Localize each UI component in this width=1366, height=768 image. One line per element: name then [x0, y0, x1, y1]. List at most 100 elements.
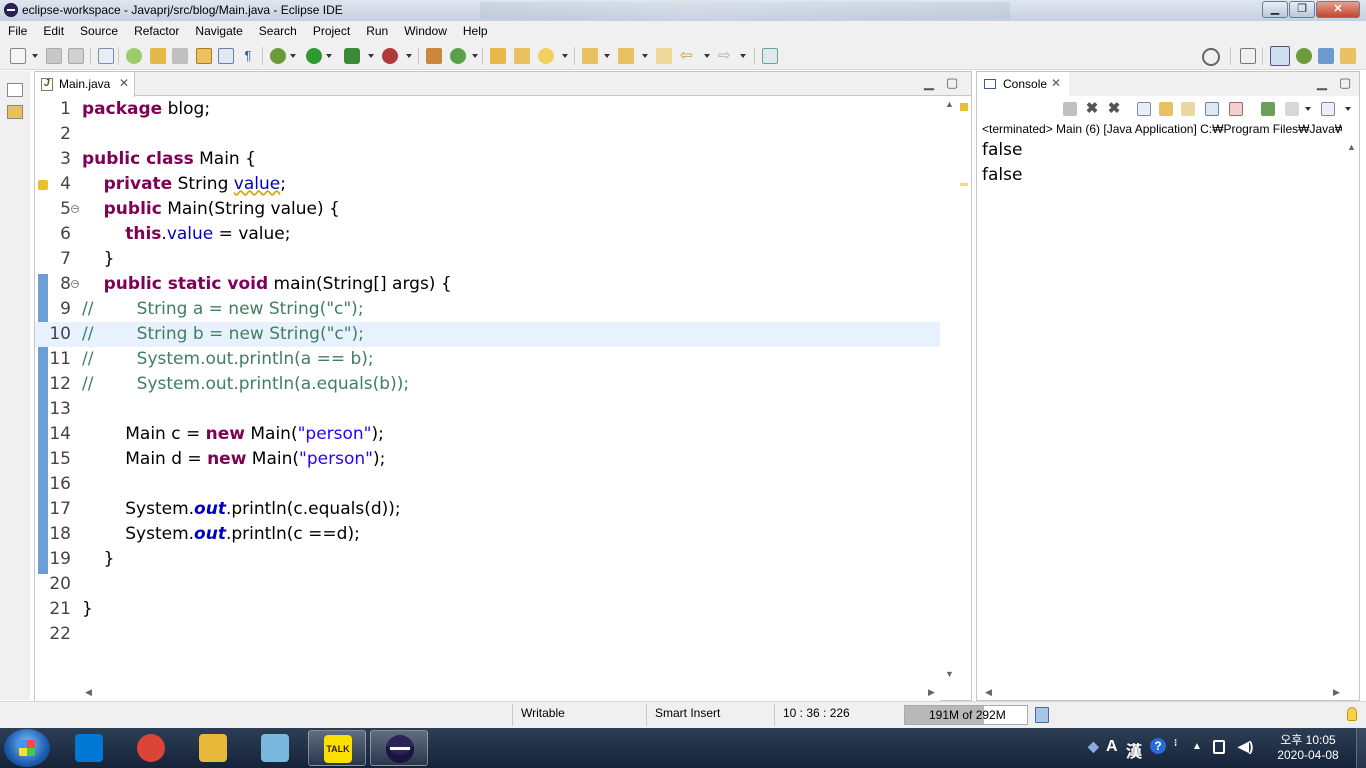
new-class-dropdown-icon[interactable]: [472, 54, 478, 58]
remove-launch-icon[interactable]: ✖: [1085, 101, 1099, 116]
heap-status[interactable]: 191M of 292M: [904, 705, 1028, 725]
code-line[interactable]: 3 public class Main {: [35, 147, 940, 172]
last-edit-location-icon[interactable]: [656, 48, 672, 64]
search-icon[interactable]: [1202, 48, 1220, 66]
close-icon[interactable]: ✕: [119, 76, 129, 90]
new-class-icon[interactable]: [450, 48, 466, 64]
menu-edit[interactable]: Edit: [35, 21, 72, 42]
show-hidden-icons-icon[interactable]: ▲: [1192, 741, 1202, 752]
skip-breakpoints-icon[interactable]: [98, 48, 114, 64]
clear-console-icon[interactable]: [1137, 102, 1151, 116]
code-line[interactable]: 12 // System.out.println(a.equals(b));: [35, 372, 940, 397]
taskbar-eclipse[interactable]: [370, 730, 428, 766]
scroll-up-icon[interactable]: ▲: [945, 99, 954, 109]
taskbar-chrome[interactable]: [122, 730, 180, 766]
show-on-output-icon[interactable]: [1205, 102, 1219, 116]
code-line[interactable]: 9 // String a = new String("c");: [35, 297, 940, 322]
open-perspective-icon[interactable]: [1240, 48, 1256, 64]
fold-toggle-icon[interactable]: −: [71, 280, 79, 288]
network-icon[interactable]: [1213, 740, 1225, 754]
language-bar-icon[interactable]: ◆: [1088, 738, 1099, 755]
ime-mode-icon[interactable]: A: [1106, 738, 1118, 756]
scroll-right-icon[interactable]: ▶: [1333, 687, 1340, 698]
remove-all-terminated-icon[interactable]: ✖: [1107, 101, 1121, 116]
code-line[interactable]: 14 Main c = new Main("person");: [35, 422, 940, 447]
menu-source[interactable]: Source: [72, 21, 126, 42]
show-desktop-button[interactable]: [1356, 728, 1366, 768]
code-line[interactable]: 16: [35, 472, 940, 497]
console-vertical-scrollbar[interactable]: ▲: [1343, 142, 1359, 682]
pencil-icon[interactable]: [150, 48, 166, 64]
debug-icon[interactable]: [270, 48, 286, 64]
next-annotation-icon[interactable]: [582, 48, 598, 64]
save-all-icon[interactable]: [68, 48, 84, 64]
minimize-view-icon[interactable]: ▁: [1317, 75, 1327, 91]
new-dropdown-icon[interactable]: [32, 54, 38, 58]
terminate-icon[interactable]: [1063, 102, 1077, 116]
code-line[interactable]: 21}: [35, 597, 940, 622]
fold-toggle-icon[interactable]: −: [71, 205, 79, 213]
restore-view-icon[interactable]: [7, 83, 23, 97]
code-line[interactable]: 18 System.out.println(c ==d);: [35, 522, 940, 547]
menu-navigate[interactable]: Navigate: [187, 21, 250, 42]
code-line[interactable]: 6 this.value = value;: [35, 222, 940, 247]
minimize-view-icon[interactable]: ▁: [924, 75, 934, 91]
console-horizontal-scrollbar[interactable]: ◀ ▶: [977, 685, 1343, 701]
eclipse-app-icon[interactable]: [4, 3, 18, 17]
coverage-icon[interactable]: [344, 48, 360, 64]
brush-icon[interactable]: [172, 48, 188, 64]
code-line[interactable]: 20: [35, 572, 940, 597]
show-on-error-icon[interactable]: [1229, 102, 1243, 116]
display-console-dropdown-icon[interactable]: [1305, 107, 1311, 111]
menu-run[interactable]: Run: [358, 21, 396, 42]
overview-occurrence-marker[interactable]: [960, 183, 968, 186]
code-line[interactable]: 8− public static void main(String[] args…: [35, 272, 940, 297]
open-console-dropdown-icon[interactable]: [1345, 107, 1351, 111]
external-tools-dropdown-icon[interactable]: [406, 54, 412, 58]
taskbar-file-explorer[interactable]: [184, 730, 242, 766]
code-line[interactable]: 2: [35, 122, 940, 147]
run-dropdown-icon[interactable]: [326, 54, 332, 58]
code-line[interactable]: 11 // System.out.println(a == b);: [35, 347, 940, 372]
menu-help[interactable]: Help: [455, 21, 496, 42]
show-whitespace-icon[interactable]: ¶: [240, 48, 256, 64]
next-annotation-dropdown-icon[interactable]: [604, 54, 610, 58]
code-line[interactable]: 17 System.out.println(c.equals(d));: [35, 497, 940, 522]
new-icon[interactable]: [10, 48, 26, 64]
block-selection-icon[interactable]: [218, 48, 234, 64]
code-line[interactable]: 4 private String value;: [35, 172, 940, 197]
maximize-view-icon[interactable]: ▢: [946, 75, 958, 91]
git-perspective-icon[interactable]: [1318, 48, 1334, 64]
open-console-icon[interactable]: [1321, 102, 1335, 116]
new-package-icon[interactable]: [426, 48, 442, 64]
menu-window[interactable]: Window: [396, 21, 455, 42]
code-line[interactable]: 19 }: [35, 547, 940, 572]
tab-console[interactable]: Console ✕: [977, 72, 1069, 97]
forward-dropdown-icon[interactable]: [740, 54, 746, 58]
external-tools-icon[interactable]: [382, 48, 398, 64]
scroll-up-icon[interactable]: ▲: [1347, 142, 1356, 152]
search-dropdown-icon[interactable]: [562, 54, 568, 58]
open-task-icon[interactable]: [514, 48, 530, 64]
start-button[interactable]: [4, 729, 50, 767]
word-wrap-icon[interactable]: [1181, 102, 1195, 116]
display-console-icon[interactable]: [1285, 102, 1299, 116]
back-arrow-icon[interactable]: ⇦: [680, 48, 696, 64]
open-type-icon[interactable]: [126, 48, 142, 64]
ime-settings-icon[interactable]: ⁝: [1174, 738, 1177, 749]
java-perspective-icon[interactable]: [1270, 46, 1290, 66]
volume-icon[interactable]: ◀): [1238, 738, 1253, 755]
save-icon[interactable]: [46, 48, 62, 64]
package-explorer-icon[interactable]: [7, 105, 23, 119]
close-icon[interactable]: ✕: [1051, 76, 1061, 90]
close-button[interactable]: ✕: [1316, 1, 1360, 18]
help-icon[interactable]: ?: [1150, 738, 1166, 754]
code-line[interactable]: 22: [35, 622, 940, 647]
scroll-left-icon[interactable]: ◀: [85, 687, 92, 698]
system-clock[interactable]: 오후 10:05 2020-04-08: [1270, 733, 1346, 763]
resource-perspective-icon[interactable]: [1340, 48, 1356, 64]
editor-horizontal-scrollbar[interactable]: ◀ ▶: [35, 685, 940, 701]
menu-project[interactable]: Project: [305, 21, 358, 42]
annotation-icon[interactable]: [196, 48, 212, 64]
code-line[interactable]: 13: [35, 397, 940, 422]
